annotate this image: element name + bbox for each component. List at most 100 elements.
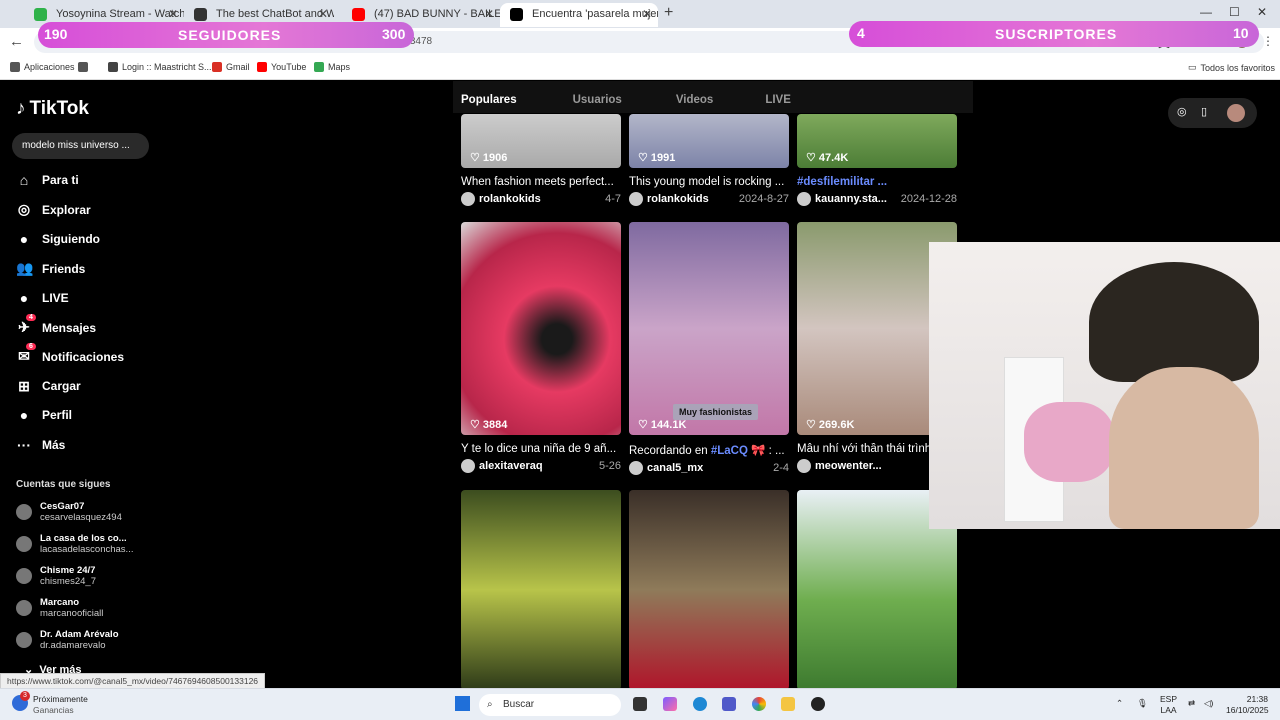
video-thumbnail[interactable]: ♡ 47.4K (797, 114, 957, 168)
device-icon[interactable]: ▯ (1201, 105, 1207, 118)
bookmark-item[interactable]: Aplicaciones (10, 62, 75, 72)
tiktok-logo[interactable]: ♪ TikTok (16, 98, 89, 120)
nav-item-following-avatar[interactable]: ● Siguiendo (16, 231, 100, 247)
video-title[interactable]: When fashion meets perfect... (461, 176, 621, 188)
hashtag-link[interactable]: #LaCQ (711, 445, 748, 457)
network-icon[interactable]: ⇄ (1188, 698, 1195, 709)
author-avatar[interactable] (461, 459, 475, 473)
bookmark-icon (10, 62, 20, 72)
language-indicator[interactable]: ESP LAA (1160, 694, 1177, 716)
author-name[interactable]: rolankokids (479, 193, 541, 205)
new-tab-button[interactable]: + (664, 4, 673, 22)
video-thumbnail[interactable]: Muy fashionistas ♡ 144.1K (629, 222, 789, 435)
subs-current: 4 (857, 25, 865, 41)
windows-start-icon[interactable] (455, 696, 470, 711)
video-card[interactable] (461, 490, 621, 690)
bookmark-item[interactable] (78, 62, 92, 72)
tab-videos[interactable]: Videos (676, 81, 714, 113)
nav-item-profile[interactable]: ● Perfil (16, 407, 72, 423)
video-card[interactable]: Muy fashionistas ♡ 144.1K Recordando en #L… (629, 222, 789, 475)
more-icon: ··· (17, 436, 31, 453)
volume-icon[interactable]: ◁) (1204, 698, 1213, 709)
back-icon[interactable]: ← (9, 33, 24, 50)
taskbar-search[interactable]: ⌕ Buscar (479, 694, 621, 716)
clock[interactable]: 21:38 16/10/2025 (1226, 694, 1269, 716)
nav-item-live[interactable]: ● LIVE (16, 290, 69, 306)
file-explorer-icon[interactable] (781, 697, 795, 711)
video-card[interactable]: ♡ 1906 When fashion meets perfect... rolan… (461, 114, 621, 206)
subscribers-goal-overlay: 4 SUSCRIPTORES 10 (849, 21, 1259, 47)
compass-small-icon[interactable]: ◎ (1177, 105, 1187, 118)
author-avatar[interactable] (629, 461, 643, 475)
bookmark-item[interactable]: Maps (314, 62, 350, 72)
widget-title[interactable]: Próximamente (33, 694, 88, 704)
copilot-icon[interactable] (663, 697, 677, 711)
nav-item-more[interactable]: ··· Más (16, 437, 65, 453)
home-icon: ⌂ (19, 172, 29, 188)
minimize-button[interactable]: — (1200, 5, 1212, 19)
close-tab-icon[interactable]: ✕ (484, 3, 494, 25)
user-avatar[interactable] (1227, 104, 1245, 122)
author-avatar[interactable] (797, 192, 811, 206)
followed-account[interactable]: Chisme 24/7 chismes24_7 (16, 565, 96, 587)
microphone-icon[interactable]: 🎙 (1137, 698, 1148, 709)
author-name[interactable]: meowenter... (815, 460, 882, 472)
obs-icon[interactable] (811, 697, 825, 711)
tray-chevron-icon[interactable]: ⌃ (1116, 698, 1123, 709)
author-name[interactable]: canal5_mx (647, 462, 703, 474)
author-avatar[interactable] (797, 459, 811, 473)
nav-item-friends[interactable]: 👥 Friends (16, 260, 85, 277)
video-title[interactable]: #desfilemilitar ... (797, 176, 957, 188)
author-avatar[interactable] (629, 192, 643, 206)
followed-account[interactable]: Dr. Adam Arévalo dr.adamarevalo (16, 629, 119, 651)
nav-item-upload[interactable]: ⊞ Cargar (16, 378, 81, 395)
chrome-icon[interactable] (752, 697, 766, 711)
search-input[interactable]: modelo miss universo ... (12, 133, 149, 159)
video-thumbnail[interactable] (461, 490, 621, 690)
edge-icon[interactable] (693, 697, 707, 711)
nav-item-home[interactable]: ⌂ Para ti (16, 172, 79, 188)
teams-icon[interactable] (722, 697, 736, 711)
tab-populares[interactable]: Populares (461, 81, 517, 113)
video-title[interactable]: Y te lo dice una niña de 9 añ... (461, 443, 621, 455)
kebab-menu-icon[interactable]: ⋮ (1262, 34, 1274, 48)
account-handle: marcanooficiall (40, 608, 104, 619)
all-bookmarks[interactable]: ▭ Todos los favoritos (1188, 62, 1275, 73)
nav-label: Cargar (42, 379, 81, 394)
close-tab-icon[interactable]: ✕ (642, 3, 652, 25)
nav-item-notifications[interactable]: ✉ 6 Notificaciones (16, 343, 124, 365)
tab-usuarios[interactable]: Usuarios (573, 81, 622, 113)
video-title[interactable]: This young model is rocking ... (629, 176, 789, 188)
bookmark-item[interactable]: YouTube (257, 62, 306, 72)
nav-item-compass[interactable]: ◎ Explorar (16, 201, 91, 218)
bookmark-item[interactable]: Gmail (212, 62, 250, 72)
hashtag-link[interactable]: #desfilemilitar ... (797, 176, 887, 188)
author-name[interactable]: rolankokids (647, 193, 709, 205)
video-thumbnail[interactable]: ♡ 3884 (461, 222, 621, 435)
author-name[interactable]: alexitaveraq (479, 460, 543, 472)
browser-tab[interactable]: Encuentra 'pasarela mujeres pe✕ (500, 3, 658, 27)
bookmark-item[interactable]: Login :: Maastricht S... (108, 62, 212, 72)
video-card[interactable]: ♡ 1991 This young model is rocking ... rol… (629, 114, 789, 206)
author-name[interactable]: kauanny.sta... (815, 193, 887, 205)
video-thumbnail[interactable]: ♡ 1906 (461, 114, 621, 168)
followed-account[interactable]: La casa de los co... lacasadelasconchas..… (16, 533, 133, 555)
video-card[interactable]: ♡ 3884 Y te lo dice una niña de 9 añ... al… (461, 222, 621, 473)
close-window-button[interactable]: ✕ (1257, 5, 1267, 19)
followed-account[interactable]: Marcano marcanooficiall (16, 597, 103, 619)
video-card[interactable]: ♡ 47.4K #desfilemilitar ... kauanny.sta...… (797, 114, 957, 206)
video-title[interactable]: Recordando en #LaCQ 🎀 : ... (629, 443, 789, 457)
followed-account[interactable]: CesGar07 cesarvelasquez494 (16, 501, 122, 523)
maximize-button[interactable]: ☐ (1229, 5, 1240, 19)
video-card[interactable] (629, 490, 789, 690)
task-view-icon[interactable] (633, 697, 647, 711)
nav-label: Más (42, 437, 66, 452)
video-thumbnail[interactable]: ♡ 1991 (629, 114, 789, 168)
tab-live[interactable]: LIVE (765, 81, 791, 113)
video-thumbnail[interactable] (629, 490, 789, 690)
nav-item-messages[interactable]: ✈ 4 Mensajes (16, 314, 96, 336)
author-avatar[interactable] (461, 192, 475, 206)
like-count: ♡ 3884 (470, 418, 507, 431)
video-date: 2024-12-28 (900, 193, 957, 205)
avatar (16, 504, 32, 520)
